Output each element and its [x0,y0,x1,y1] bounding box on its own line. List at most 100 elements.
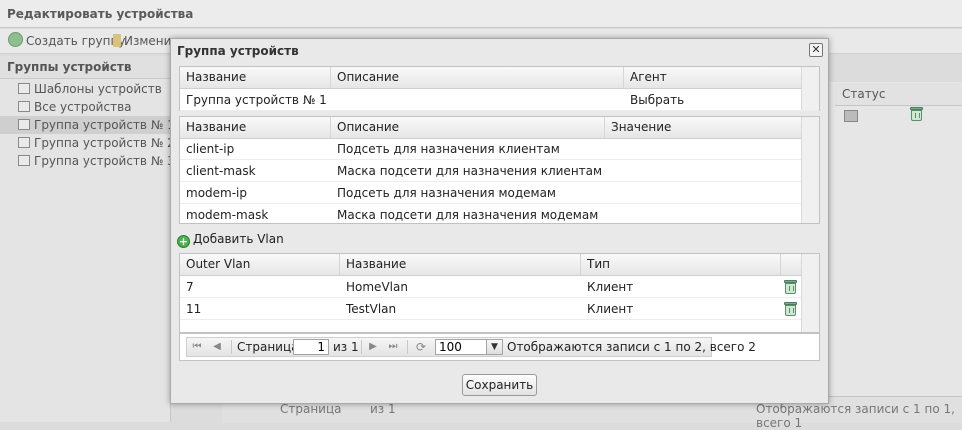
param-value-cell[interactable] [605,138,611,160]
dialog-title: Группа устройств [177,44,299,58]
tree-item-label: Группа устройств № 1 [34,118,175,132]
param-value-cell[interactable] [605,160,611,182]
vlan-type-cell: Клиент [587,280,634,294]
col-outer-vlan-header[interactable]: Outer Vlan [180,254,340,275]
last-page-icon[interactable]: ⏭ [387,341,399,353]
col-description-header[interactable]: Описание [331,117,605,138]
tree-item-group-2[interactable]: Группа устройств № 2 [18,134,175,152]
col-name-header[interactable]: Название [340,254,581,275]
separator [231,340,232,354]
list-icon [18,119,30,130]
table-row[interactable]: modem-mask Маска подсети для назначения … [180,204,819,226]
params-grid-header: Название Описание Значение [180,117,819,139]
table-row[interactable]: 7 HomeVlan Клиент [180,276,819,298]
vertical-scrollbar[interactable] [801,67,819,110]
pager-summary: Отображаются записи с 1 по 1, всего 1 [756,402,955,430]
chevron-down-icon[interactable]: ▼ [487,339,503,355]
tree-item-group-3[interactable]: Группа устройств № 3 [18,152,175,170]
separator [361,340,362,354]
table-row[interactable]: modem-ip Подсеть для назначения модемам [180,182,819,204]
tree-item-label: Группа устройств № 3 [34,154,175,168]
close-button[interactable]: ✕ [809,43,823,57]
table-row[interactable]: client-mask Маска подсети для назначения… [180,160,819,182]
param-name-cell: modem-mask [186,208,269,222]
refresh-icon[interactable]: ⟳ [415,341,427,353]
col-actions-header [781,254,803,275]
list-icon [18,83,30,94]
add-vlan-label: Добавить Vlan [193,232,284,246]
list-icon [18,137,30,148]
first-page-icon[interactable]: ⏮ [191,341,203,353]
col-value-header[interactable]: Значение [605,117,803,138]
col-agent-header[interactable]: Агент [624,67,803,88]
list-icon [18,155,30,166]
vlan-type-cell: Клиент [587,302,634,316]
list-icon [18,101,30,112]
param-name-cell: client-mask [186,164,256,178]
param-description-cell: Подсеть для назначения модемам [337,186,556,200]
vlan-name-cell: HomeVlan [346,280,408,294]
col-name-header[interactable]: Название [180,67,331,88]
delete-icon[interactable] [910,107,923,121]
status-flag-icon [844,110,858,122]
param-description-cell: Маска подсети для назначения модемам [337,208,599,222]
param-name-cell: modem-ip [186,186,248,200]
table-row[interactable]: Группа устройств № 1 Выбрать [180,89,819,111]
table-row[interactable]: client-ip Подсеть для назначения клиента… [180,138,819,160]
create-group-button[interactable]: Создать группу [8,32,125,50]
col-type-header[interactable]: Тип [581,254,781,275]
pager-page-label: Страница [237,340,299,354]
delete-icon[interactable] [784,302,797,316]
param-name-cell: client-ip [186,142,235,156]
tree-item-all-devices[interactable]: Все устройства [18,98,132,116]
add-icon: + [177,235,190,248]
vlan-name-cell: TestVlan [346,302,397,316]
outer-vlan-cell: 7 [186,280,194,294]
separator [407,340,408,354]
group-grid: Название Описание Агент Группа устройств… [179,66,820,111]
vertical-scrollbar[interactable] [801,254,819,332]
add-vlan-button[interactable]: + Добавить Vlan [177,228,284,250]
tree-item-label: Шаблоны устройств [34,82,162,96]
app-title: Редактировать устройства [0,0,962,28]
next-page-icon[interactable]: ▶ [367,341,379,353]
vertical-scrollbar[interactable] [801,117,819,223]
prev-page-icon[interactable]: ◀ [211,341,223,353]
vlan-grid: Outer Vlan Название Тип 7 HomeVlan Клиен… [179,253,820,333]
pencil-icon [113,34,121,47]
group-grid-header: Название Описание Агент [180,67,819,89]
pager-toolbar: ⏮ ◀ Страница из 1 ▶ ⏭ ⟳ ▼ Отображаются з… [186,337,756,357]
param-description-cell: Маска подсети для назначения клиентам [337,164,603,178]
tree-item-templates[interactable]: Шаблоны устройств [18,80,162,98]
col-description-header[interactable]: Описание [331,67,624,88]
status-header: Статус [842,87,886,101]
create-group-label: Создать группу [26,34,126,48]
param-value-cell[interactable] [605,204,611,226]
save-button[interactable]: Сохранить [462,374,537,396]
agent-select-link[interactable]: Выбрать [624,89,684,111]
tree-item-label: Все устройства [34,100,132,114]
vlan-pager: ⏮ ◀ Страница из 1 ▶ ⏭ ⟳ ▼ Отображаются з… [179,333,820,361]
params-grid: Название Описание Значение client-ip Под… [179,116,820,224]
param-value-cell[interactable] [605,182,611,204]
delete-icon[interactable] [784,280,797,294]
group-name-cell: Группа устройств № 1 [186,93,327,107]
pager-of-label: из 1 [333,340,359,354]
device-group-dialog: Группа устройств ✕ Название Описание Аге… [170,38,829,404]
tree-item-label: Группа устройств № 2 [34,136,175,150]
pager-summary: Отображаются записи с 1 по 2, всего 2 [507,340,756,354]
table-row[interactable]: 11 TestVlan Клиент [180,298,819,320]
close-icon: ✕ [811,43,821,56]
tree-item-group-1[interactable]: Группа устройств № 1 [0,116,175,134]
device-groups-title: Группы устройств [0,56,170,79]
group-description-cell [331,89,337,111]
outer-vlan-cell: 11 [186,302,202,316]
col-name-header[interactable]: Название [180,117,331,138]
add-icon [8,32,23,47]
pager-page-label: Страница [280,402,342,416]
page-number-input[interactable] [293,339,329,355]
param-description-cell: Подсеть для назначения клиентам [337,142,560,156]
pager-of-label: из 1 [370,402,396,416]
page-size-select[interactable] [435,339,487,355]
vlan-grid-header: Outer Vlan Название Тип [180,254,819,276]
